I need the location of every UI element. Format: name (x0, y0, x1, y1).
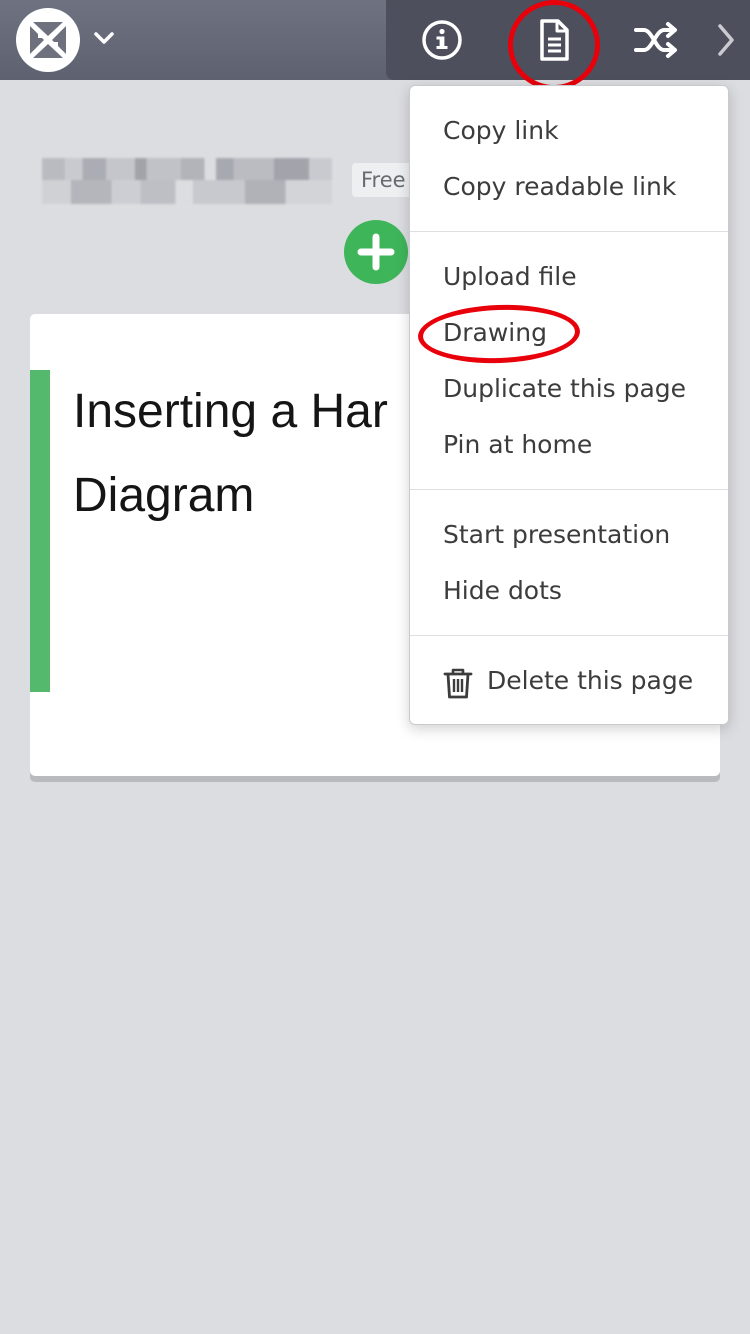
top-bar (0, 0, 750, 80)
info-icon (422, 20, 462, 60)
menu-divider (410, 231, 728, 232)
add-block-button[interactable] (344, 220, 408, 284)
page-actions-menu: Copy link Copy readable link Upload file… (409, 85, 729, 725)
page-title-obscured (42, 158, 332, 204)
menu-item-pin-home[interactable]: Pin at home (410, 419, 728, 471)
chevron-right-icon (718, 24, 734, 56)
menu-item-duplicate-page[interactable]: Duplicate this page (410, 363, 728, 415)
menu-item-copy-readable-link[interactable]: Copy readable link (410, 161, 728, 213)
menu-item-upload-file[interactable]: Upload file (410, 251, 728, 303)
next-page-button[interactable] (704, 12, 750, 68)
page-document-icon (540, 19, 569, 61)
menu-divider (410, 635, 728, 636)
trash-icon (443, 668, 473, 699)
page-toolbar (386, 0, 750, 80)
menu-item-copy-link[interactable]: Copy link (410, 105, 728, 157)
chevron-down-icon (94, 32, 114, 44)
shuffle-icon (634, 22, 677, 58)
menu-divider (410, 489, 728, 490)
info-button[interactable] (414, 12, 470, 68)
card-accent-bar (30, 370, 50, 692)
delete-page-label: Delete this page (487, 666, 694, 695)
random-page-button[interactable] (628, 12, 684, 68)
plus-icon (357, 233, 395, 271)
menu-item-delete-page[interactable]: Delete this page (410, 655, 728, 707)
menu-item-start-presentation[interactable]: Start presentation (410, 509, 728, 561)
workspace-menu-toggle[interactable] (90, 24, 118, 52)
menu-item-drawing[interactable]: Drawing (410, 307, 728, 359)
menu-item-hide-dots[interactable]: Hide dots (410, 565, 728, 617)
app-logo-icon (17, 9, 79, 71)
page-menu-button[interactable] (526, 12, 582, 68)
app-logo-button[interactable] (16, 8, 80, 72)
